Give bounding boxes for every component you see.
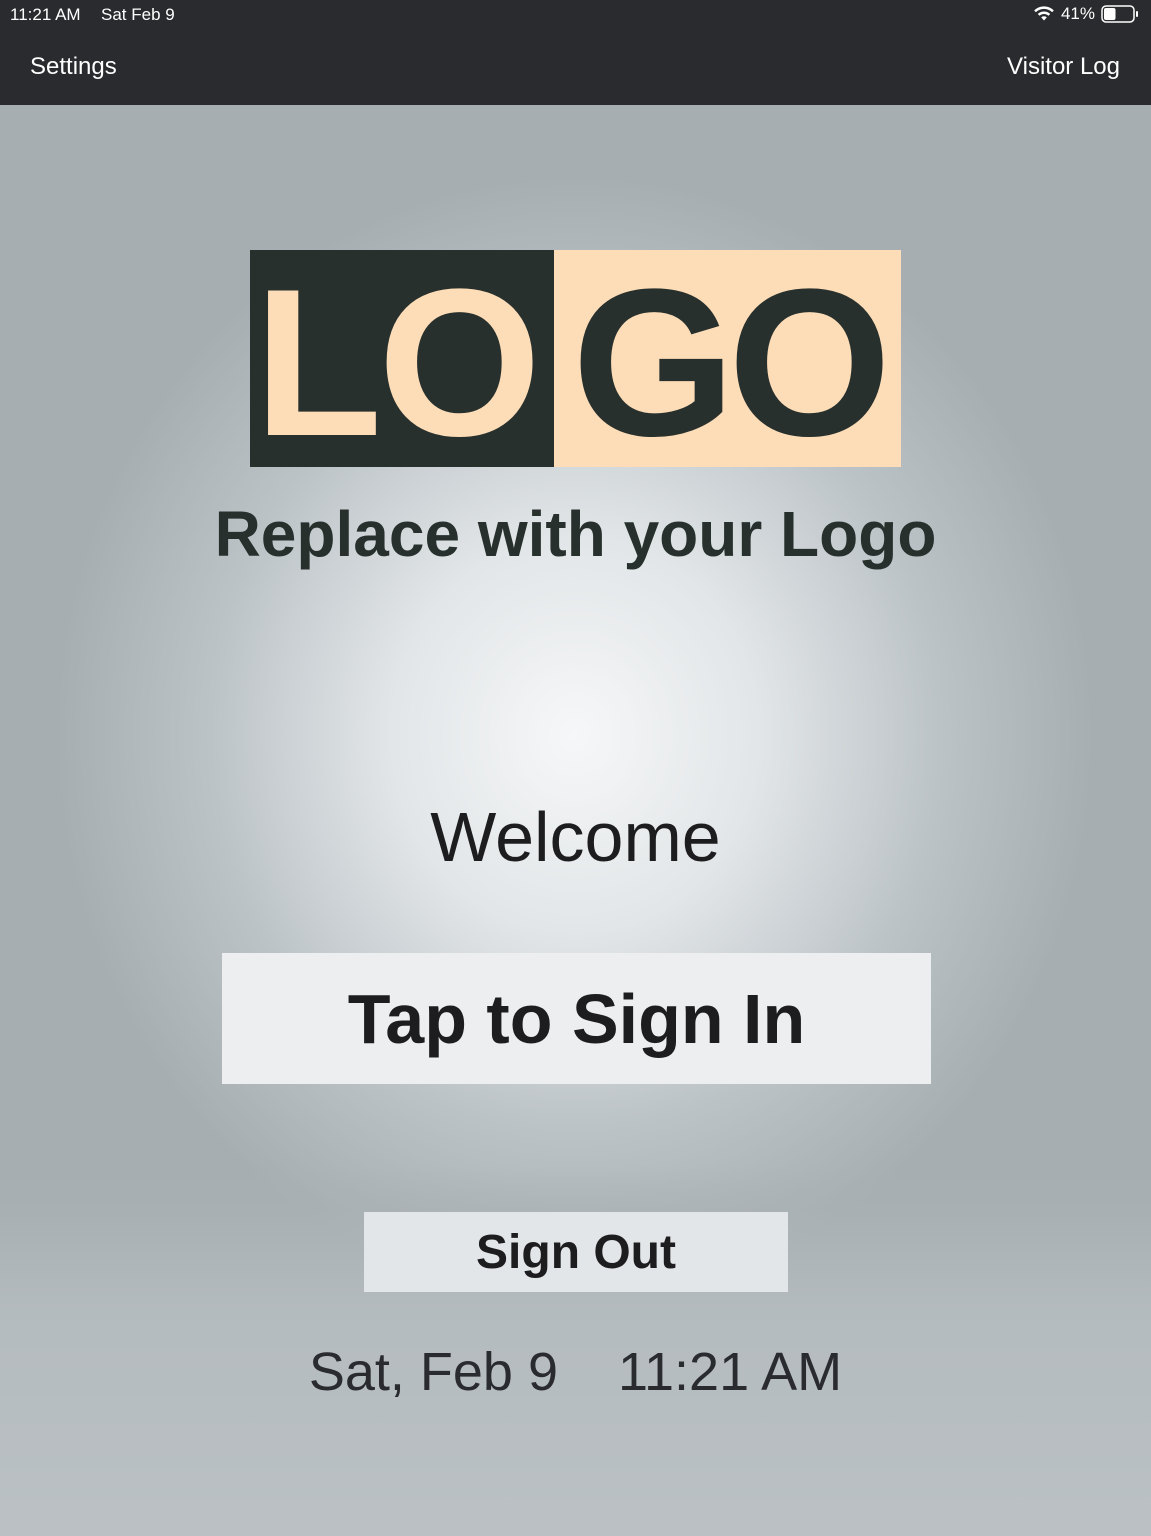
status-bar: 11:21 AM Sat Feb 9 41% [0, 0, 1151, 30]
logo-letter: L [254, 245, 382, 480]
current-datetime: Sat, Feb 9 11:21 AM [0, 1341, 1151, 1403]
current-date: Sat, Feb 9 [308, 1342, 558, 1402]
sign-in-button[interactable]: Tap to Sign In [222, 953, 931, 1084]
wifi-icon [1034, 6, 1054, 21]
logo-letters: L O G O [250, 250, 901, 471]
status-time: 11:21 AM [10, 5, 81, 24]
logo-subtitle: Replace with your Logo [214, 498, 937, 570]
settings-button[interactable]: Settings [30, 53, 117, 81]
logo-letter: G [572, 245, 735, 480]
logo-letter: O [378, 245, 541, 480]
battery-icon [1101, 5, 1138, 23]
battery-percent: 41% [1060, 4, 1095, 23]
status-indicators: 41% [1033, 4, 1139, 24]
status-date: Sat Feb 9 [101, 5, 175, 24]
navigation-bar: Settings Visitor Log [0, 30, 1151, 105]
sign-out-button[interactable]: Sign Out [364, 1212, 788, 1292]
welcome-text: Welcome [430, 798, 721, 876]
visitor-log-button[interactable]: Visitor Log [1007, 53, 1120, 81]
logo-letter: O [728, 245, 891, 480]
sign-in-screen: L O G O Replace with your Logo Welcome T… [0, 105, 1151, 1536]
current-time: 11:21 AM [618, 1342, 843, 1402]
